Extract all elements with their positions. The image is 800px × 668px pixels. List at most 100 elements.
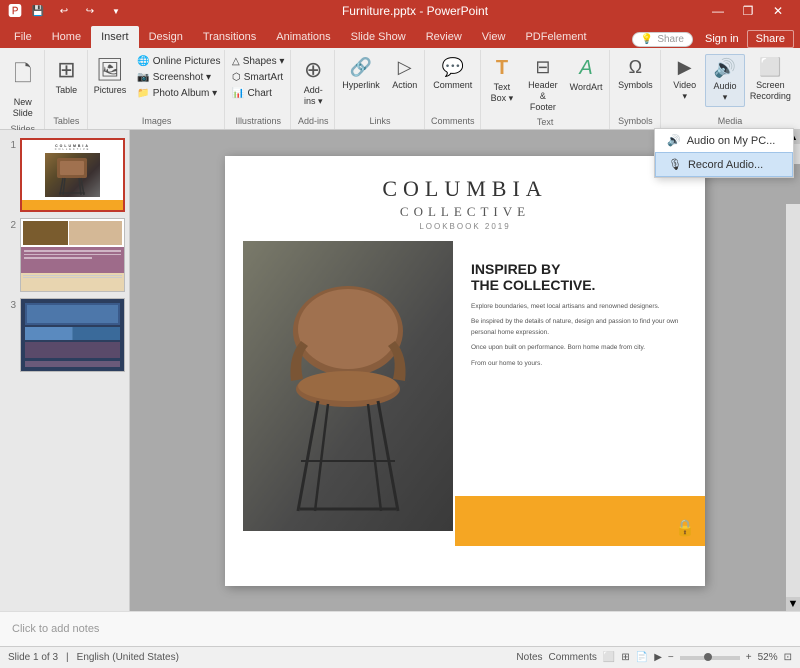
share-button[interactable]: Share — [747, 30, 794, 48]
tab-pdfelement[interactable]: PDFelement — [515, 26, 596, 48]
tab-home[interactable]: Home — [42, 26, 91, 48]
comment-button[interactable]: 💬 Comment — [428, 54, 477, 94]
chart-icon: 📊 — [232, 88, 244, 99]
ribbon-group-images: 🖼 Pictures 🌐 Online Pictures 📷 Screensho… — [89, 50, 225, 129]
ribbon-tabs-right: 💡 Share Sign in Share — [628, 30, 800, 48]
tab-review[interactable]: Review — [416, 26, 472, 48]
tab-slideshow[interactable]: Slide Show — [341, 26, 416, 48]
header-footer-button[interactable]: ⊟ Header& Footer — [522, 54, 564, 115]
online-pictures-button[interactable]: 🌐 Online Pictures — [133, 54, 224, 69]
maximize-button[interactable]: ❐ — [734, 2, 762, 20]
action-icon: ▷ — [398, 57, 412, 78]
slide-thumb-3[interactable]: 3 — [4, 298, 125, 372]
status-bar: Slide 1 of 3 | English (United States) N… — [0, 646, 800, 668]
video-button[interactable]: ▶ Video ▾ — [666, 54, 703, 105]
title-bar: 🅿 💾 ↩ ↪ ▼ Furniture.pptx - PowerPoint — … — [0, 0, 800, 22]
comments-group-label: Comments — [431, 116, 475, 129]
wordart-icon: A — [579, 57, 592, 80]
table-button[interactable]: ⊞ Table — [48, 54, 84, 99]
view-normal-icon[interactable]: ⬜ — [603, 652, 615, 663]
window-controls: — ❐ ✕ — [704, 2, 792, 20]
comment-icon: 💬 — [442, 57, 464, 78]
chart-button[interactable]: 📊 Chart — [228, 86, 288, 101]
sign-in-button[interactable]: Sign in — [705, 33, 739, 45]
tab-transitions[interactable]: Transitions — [193, 26, 266, 48]
body-4: From our home to yours. — [471, 359, 693, 369]
qat-undo[interactable]: ↩ — [54, 2, 74, 20]
comments-button[interactable]: Comments — [549, 652, 597, 663]
qat-save[interactable]: 💾 — [28, 2, 48, 20]
slide-num-2: 2 — [4, 220, 16, 231]
title-bar-left: 🅿 💾 ↩ ↪ ▼ — [8, 1, 126, 21]
slide-thumb-1[interactable]: 1 COLUMBIA COLLECTIVE — [4, 138, 125, 212]
body-3: Once upon built on performance. Born hom… — [471, 343, 693, 353]
slide-photo — [243, 241, 453, 531]
zoom-out-button[interactable]: − — [668, 652, 674, 663]
tell-me-box[interactable]: 💡 Share — [632, 32, 693, 47]
slide-num-3: 3 — [4, 300, 16, 311]
screen-recording-button[interactable]: ⬜ ScreenRecording — [747, 54, 794, 105]
audio-on-my-pc-item[interactable]: 🔊 Audio on My PC... — [655, 129, 793, 152]
tab-file[interactable]: File — [4, 26, 42, 48]
tab-view[interactable]: View — [472, 26, 516, 48]
record-audio-item[interactable]: 🎙 Record Audio... — [655, 152, 793, 177]
notes-area[interactable]: Click to add notes — [0, 611, 800, 646]
tab-animations[interactable]: Animations — [266, 26, 340, 48]
lightbulb-icon: 💡 — [641, 34, 653, 45]
shapes-button[interactable]: △ Shapes ▾ — [228, 54, 288, 69]
body-2: Be inspired by the details of nature, de… — [471, 317, 693, 338]
text-group-label: Text — [537, 117, 554, 130]
new-slide-icon: 🗋 — [14, 57, 32, 95]
zoom-level[interactable]: 52% — [758, 652, 778, 663]
slide-canvas: COLUMBIA COLLECTIVE LOOKBOOK 2019 — [225, 156, 705, 586]
hyperlink-button[interactable]: 🔗 Hyperlink — [337, 54, 385, 94]
qat-redo[interactable]: ↪ — [80, 2, 100, 20]
slide-orange-bar: 🔒 — [455, 496, 705, 546]
ribbon-group-addins: ⊕ Add-ins ▾ Add-ins — [292, 50, 335, 129]
vertical-scrollbar[interactable]: ▲ ▼ — [786, 130, 800, 611]
textbox-button[interactable]: T TextBox ▾ — [484, 54, 520, 107]
illustrations-group-label: Illustrations — [235, 116, 281, 129]
notes-button[interactable]: Notes — [516, 652, 542, 663]
addins-button[interactable]: ⊕ Add-ins ▾ — [295, 54, 331, 110]
addins-group-label: Add-ins — [298, 116, 329, 129]
inspired-title: INSPIRED BYTHE COLLECTIVE. — [471, 261, 693, 295]
smartart-icon: ⬡ — [232, 72, 241, 83]
view-slideshow-icon[interactable]: ▶ — [654, 652, 662, 663]
tab-insert[interactable]: Insert — [91, 26, 139, 48]
record-audio-icon: 🎙 — [668, 158, 682, 171]
tab-design[interactable]: Design — [139, 26, 193, 48]
slide-image-1: COLUMBIA COLLECTIVE — [20, 138, 125, 212]
action-button[interactable]: ▷ Action — [387, 54, 423, 94]
smartart-button[interactable]: ⬡ SmartArt — [228, 70, 288, 85]
app-title: Furniture.pptx - PowerPoint — [126, 4, 704, 18]
photo-album-button[interactable]: 📁 Photo Album ▾ — [133, 86, 224, 101]
ribbon-group-slides: 🗋 NewSlide Slides — [2, 50, 45, 129]
addins-icon: ⊕ — [304, 57, 322, 83]
ribbon-group-media: ▶ Video ▾ 🔊 Audio ▾ ⬜ ScreenRecording Me… — [662, 50, 798, 129]
shapes-icon: △ — [232, 56, 240, 67]
view-slide-sorter-icon[interactable]: ⊞ — [621, 652, 629, 663]
audio-pc-icon: 🔊 — [667, 134, 681, 147]
wordart-button[interactable]: A WordArt — [566, 54, 606, 96]
zoom-in-button[interactable]: + — [746, 652, 752, 663]
slide-thumb-2[interactable]: 2 — [4, 218, 125, 292]
ribbon-group-comments: 💬 Comment Comments — [426, 50, 481, 129]
audio-button[interactable]: 🔊 Audio ▾ — [705, 54, 744, 107]
new-slide-button[interactable]: 🗋 NewSlide — [5, 54, 41, 122]
zoom-slider[interactable] — [680, 656, 740, 660]
links-group-label: Links — [369, 116, 390, 129]
slide-count: Slide 1 of 3 — [8, 652, 58, 663]
qat-more[interactable]: ▼ — [106, 2, 126, 20]
view-reading-icon[interactable]: 📄 — [636, 652, 648, 663]
audio-icon: 🔊 — [714, 58, 736, 79]
pictures-button[interactable]: 🖼 Pictures — [89, 54, 132, 99]
close-button[interactable]: ✕ — [764, 2, 792, 20]
screenshot-icon: 📷 — [137, 72, 149, 83]
ribbon: 🗋 NewSlide Slides ⊞ Table Tables 🖼 Pictu… — [0, 48, 800, 130]
symbols-group-label: Symbols — [618, 116, 653, 129]
minimize-button[interactable]: — — [704, 2, 732, 20]
screenshot-button[interactable]: 📷 Screenshot ▾ — [133, 70, 224, 85]
fit-slide-button[interactable]: ⊡ — [784, 652, 792, 663]
symbols-button[interactable]: Ω Symbols — [613, 54, 658, 94]
